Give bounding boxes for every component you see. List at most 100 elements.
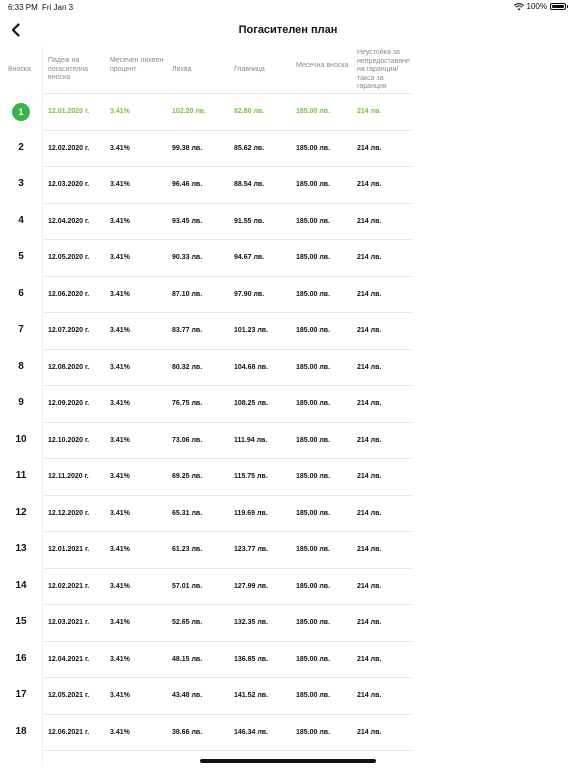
table-row[interactable]: 1 12.01.2020 г. 3.41% 102.20 лв. 82.80 лв. 18…: [0, 94, 576, 131]
interest-cell: 76.75 лв.: [172, 400, 203, 407]
due-date-cell: 12.06.2021 г.: [48, 728, 90, 736]
installment-number: 14: [15, 579, 27, 591]
rate-cell: 3.41%: [110, 108, 130, 115]
installment-number: 2: [18, 141, 24, 153]
fee-cell: 214 лв.: [357, 546, 382, 553]
home-indicator[interactable]: [200, 759, 376, 763]
interest-cell: 38.66 лв.: [172, 728, 203, 736]
table-row[interactable]: 18 12.06.2021 г. 3.41% 38.66 лв. 146.34 лв. 1…: [0, 715, 576, 751]
due-date-cell: 12.08.2020 г.: [48, 363, 90, 371]
table-row[interactable]: 7 12.07.2020 г. 3.41% 83.77 лв. 101.23 лв. 18…: [0, 313, 576, 350]
rate-cell: 3.41%: [110, 546, 130, 553]
rate-cell: 3.41%: [110, 655, 130, 663]
due-date-cell: 12.05.2021 г.: [48, 692, 90, 699]
rate-cell: 3.41%: [110, 582, 130, 590]
table-row[interactable]: 6 12.06.2020 г. 3.41% 87.10 лв. 97.90 лв. 185…: [0, 277, 576, 313]
current-installment-badge: 1: [12, 103, 30, 121]
table-row[interactable]: 4 12.04.2020 г. 3.41% 93.45 лв. 91.55 лв. 185…: [0, 204, 576, 240]
rate-cell: 3.41%: [110, 217, 130, 225]
due-date-cell: 12.01.2020 г.: [48, 108, 90, 115]
installment-number: 12: [15, 506, 27, 518]
due-date-cell: 12.06.2020 г.: [48, 290, 90, 298]
principal-cell: 104.68 лв.: [234, 363, 269, 371]
installment-number: 15: [15, 616, 27, 627]
fee-cell: 214 лв.: [357, 254, 382, 261]
principal-cell: 101.23 лв.: [234, 327, 269, 334]
header-monthly-payment: Месечна вноска: [296, 62, 349, 69]
due-date-cell: 12.01.2021 г.: [48, 546, 90, 553]
principal-cell: 115.75 лв.: [234, 473, 268, 480]
payment-cell: 185.00 лв.: [296, 254, 331, 261]
table-row[interactable]: 9 12.09.2020 г. 3.41% 76.75 лв. 108.25 лв. 18…: [0, 386, 576, 423]
fee-cell: 214 лв.: [357, 217, 382, 225]
interest-cell: 57.01 лв.: [172, 582, 203, 590]
fee-cell: 214 лв.: [357, 108, 382, 115]
due-date-cell: 12.11.2020 г.: [48, 473, 89, 480]
interest-cell: 87.10 лв.: [172, 290, 203, 298]
due-date-cell: 12.09.2020 г.: [48, 400, 90, 407]
due-date-cell: 12.02.2021 г.: [48, 582, 90, 590]
rate-cell: 3.41%: [110, 363, 130, 371]
due-date-cell: 12.04.2021 г.: [48, 655, 90, 663]
installment-number: 11: [15, 470, 27, 481]
payment-cell: 185.00 лв.: [296, 108, 331, 115]
rate-cell: 3.41%: [110, 692, 130, 699]
interest-cell: 80.32 лв.: [172, 363, 203, 371]
due-date-cell: 12.02.2020 г.: [48, 144, 90, 152]
table-row[interactable]: 14 12.02.2021 г. 3.41% 57.01 лв. 127.99 лв. 1…: [0, 569, 576, 605]
fee-cell: 214 лв.: [357, 144, 382, 152]
header-due-date: Падеж на погасителна вноска: [48, 57, 89, 81]
due-date-cell: 12.03.2020 г.: [48, 181, 90, 188]
payment-cell: 185.00 лв.: [296, 217, 331, 225]
interest-cell: 69.25 лв.: [172, 473, 203, 480]
installment-number: 7: [18, 324, 24, 335]
payment-cell: 185.00 лв.: [296, 327, 331, 334]
interest-cell: 43.48 лв.: [172, 692, 203, 699]
table-row[interactable]: 10 12.10.2020 г. 3.41% 73.06 лв. 111.94 лв. 1…: [0, 423, 576, 459]
payment-cell: 185.00 лв.: [296, 582, 331, 590]
interest-cell: 52.65 лв.: [172, 619, 203, 626]
fee-cell: 214 лв.: [357, 473, 382, 480]
table-row[interactable]: 12 12.12.2020 г. 3.41% 65.31 лв. 119.69 лв. 1…: [0, 496, 576, 532]
table-row[interactable]: 13 12.01.2021 г. 3.41% 61.23 лв. 123.77 лв. 1…: [0, 532, 576, 569]
table-row[interactable]: 11 12.11.2020 г. 3.41% 69.25 лв. 115.75 лв. 1…: [0, 459, 576, 496]
table-row[interactable]: 5 12.05.2020 г. 3.41% 90.33 лв. 94.67 лв. 185…: [0, 240, 576, 277]
payment-cell: 185.00 лв.: [296, 473, 331, 480]
interest-cell: 48.15 лв.: [172, 655, 203, 663]
payment-cell: 185.00 лв.: [296, 509, 331, 517]
payment-cell: 185.00 лв.: [296, 363, 331, 371]
interest-cell: 61.23 лв.: [172, 546, 203, 553]
rate-cell: 3.41%: [110, 436, 130, 444]
payment-cell: 185.00 лв.: [296, 290, 331, 298]
table-row[interactable]: 16 12.04.2021 г. 3.41% 48.15 лв. 136.85 лв. 1…: [0, 642, 576, 678]
installment-number: 10: [15, 433, 27, 445]
payment-cell: 185.00 лв.: [296, 181, 331, 188]
installment-number: 6: [18, 287, 24, 299]
interest-cell: 90.33 лв.: [172, 254, 203, 261]
header-installment: Вноска: [8, 66, 32, 73]
payment-cell: 185.00 лв.: [296, 619, 331, 626]
battery-percent: 100%: [526, 2, 547, 11]
table-row[interactable]: 2 12.02.2020 г. 3.41% 99.38 лв. 85.62 лв. 185…: [0, 131, 576, 167]
battery-cap: [567, 5, 568, 8]
table-row[interactable]: 3 12.03.2020 г. 3.41% 96.46 лв. 88.54 лв. 185…: [0, 167, 576, 204]
status-right: 100%: [513, 2, 568, 11]
table-row[interactable]: 17 12.05.2021 г. 3.41% 43.48 лв. 141.52 лв. 1…: [0, 678, 576, 715]
fee-cell: 214 лв.: [357, 582, 382, 590]
fee-cell: 214 лв.: [357, 400, 382, 407]
installment-number: 13: [15, 543, 27, 554]
rate-cell: 3.41%: [110, 728, 130, 736]
page-title: Погасителен план: [238, 24, 338, 36]
repayment-table: Вноска Падеж на погасителна вноска Месеч…: [0, 46, 576, 751]
payment-cell: 185.00 лв.: [296, 144, 331, 152]
payment-cell: 185.00 лв.: [296, 400, 331, 407]
interest-cell: 96.46 лв.: [172, 181, 203, 188]
interest-cell: 73.06 лв.: [172, 436, 203, 444]
rate-cell: 3.41%: [110, 509, 130, 517]
principal-cell: 136.85 лв.: [234, 655, 269, 663]
table-row[interactable]: 8 12.08.2020 г. 3.41% 80.32 лв. 104.68 лв. 18…: [0, 350, 576, 386]
rate-cell: 3.41%: [110, 400, 130, 407]
table-row[interactable]: 15 12.03.2021 г. 3.41% 52.65 лв. 132.35 лв. 1…: [0, 605, 576, 642]
principal-cell: 119.69 лв.: [234, 509, 268, 517]
installment-number: 9: [18, 397, 24, 408]
